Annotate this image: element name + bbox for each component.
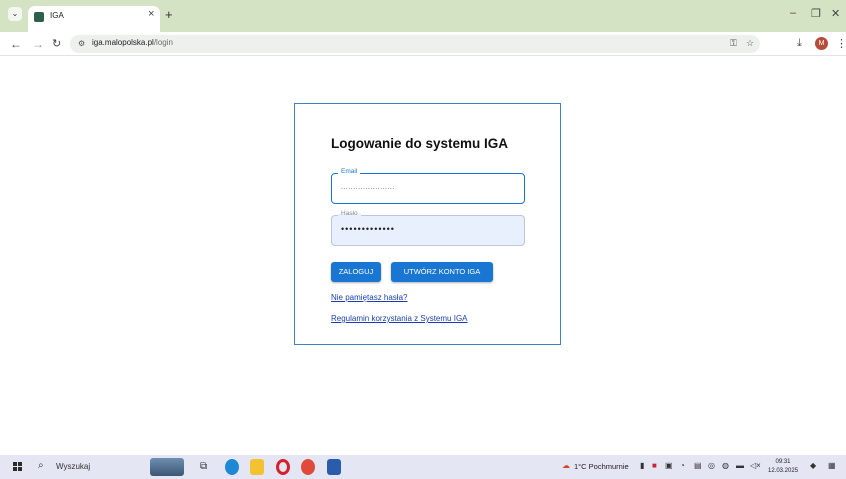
profile-avatar[interactable]: M	[815, 37, 828, 50]
volume-icon[interactable]: ◁×	[750, 461, 761, 470]
search-icon: ⌕	[38, 460, 44, 471]
email-label: Email	[338, 168, 361, 175]
tray-app-icon[interactable]: ▮	[640, 461, 644, 470]
opera-icon[interactable]	[276, 459, 290, 475]
password-key-icon[interactable]: ⚿	[730, 38, 737, 49]
widgets-image[interactable]	[150, 458, 184, 476]
tray-app-icon[interactable]: ■	[652, 461, 657, 470]
copilot-icon[interactable]: ◆	[810, 461, 816, 470]
taskbar: ⌕ Wyszukaj ⧉ ☁ 1°C Pochmurnie ▮ ■ ▣ ◔ ▤ …	[0, 455, 846, 479]
network-icon[interactable]: ▬	[736, 461, 744, 470]
create-account-button[interactable]: UTWÓRZ KONTO IGA	[391, 262, 493, 282]
clock-date: 12.03.2025	[768, 468, 799, 474]
clock[interactable]: 09:31 12.03.2025	[768, 458, 798, 476]
tray-app-icon[interactable]: ▤	[694, 461, 702, 470]
address-bar: ← → ↻ ⚙ iga.malopolska.pl/login ⚿ ☆ ⤓ ⋮	[0, 32, 846, 56]
weather-icon: ☁	[562, 461, 570, 470]
email-value: ......................	[341, 184, 395, 191]
forgot-password-link[interactable]: Nie pamiętasz hasła?	[331, 293, 407, 302]
terms-link[interactable]: Regulamin korzystania z Systemu IGA	[331, 314, 468, 323]
search-placeholder: Wyszukaj	[56, 462, 91, 471]
forward-icon[interactable]: →	[32, 37, 44, 51]
tab-strip: ⌄ IGA × + – ❐ ✕	[0, 0, 846, 32]
tray-app-icon[interactable]: ◎	[708, 461, 715, 470]
new-tab-button[interactable]: +	[165, 7, 173, 22]
email-field[interactable]: Email ......................	[331, 168, 525, 204]
taskbar-search[interactable]: ⌕ Wyszukaj	[34, 459, 134, 475]
tab-title: IGA	[50, 11, 64, 20]
download-icon[interactable]: ⤓	[797, 37, 802, 50]
notifications-icon[interactable]: ▦	[828, 461, 836, 470]
tray-app-icon[interactable]: ◔	[680, 461, 685, 470]
start-button[interactable]	[13, 462, 23, 472]
tab-search-button[interactable]: ⌄	[8, 7, 22, 21]
site-favicon-icon	[34, 12, 44, 22]
password-field[interactable]: Hasło •••••••••••••	[331, 210, 525, 246]
login-card: Logowanie do systemu IGA Email .........…	[294, 103, 561, 345]
site-info-icon[interactable]: ⚙	[78, 39, 85, 48]
login-button[interactable]: ZALOGUJ	[331, 262, 381, 282]
word-icon[interactable]	[327, 459, 341, 475]
chrome-icon[interactable]	[301, 459, 315, 475]
task-view-icon[interactable]: ⧉	[200, 461, 207, 472]
reload-icon[interactable]: ↻	[52, 37, 61, 50]
bookmark-star-icon[interactable]: ☆	[746, 38, 754, 49]
file-explorer-icon[interactable]	[250, 459, 264, 475]
tab-active[interactable]: IGA ×	[28, 6, 160, 32]
edge-icon[interactable]	[225, 459, 239, 475]
clock-time: 09:31	[775, 459, 791, 465]
url-host: iga.malopolska.pl	[92, 38, 154, 47]
menu-kebab-icon[interactable]: ⋮	[836, 37, 846, 50]
password-label: Hasło	[338, 210, 361, 217]
page-title: Logowanie do systemu IGA	[331, 136, 509, 151]
password-value: •••••••••••••	[341, 224, 395, 234]
restore-icon[interactable]: ❐	[811, 7, 821, 20]
minimize-icon[interactable]: –	[790, 7, 796, 19]
tray-app-icon[interactable]: ▣	[665, 461, 673, 470]
url-path: /login	[153, 38, 173, 47]
url-text: iga.malopolska.pl/login	[92, 38, 173, 47]
close-window-icon[interactable]: ✕	[831, 7, 840, 20]
back-icon[interactable]: ←	[10, 37, 22, 51]
url-field[interactable]: ⚙ iga.malopolska.pl/login ⚿ ☆	[70, 35, 760, 53]
weather-text[interactable]: 1°C Pochmurnie	[574, 462, 629, 471]
tab-close-icon[interactable]: ×	[148, 8, 154, 20]
tray-app-icon[interactable]: ◍	[722, 461, 729, 470]
